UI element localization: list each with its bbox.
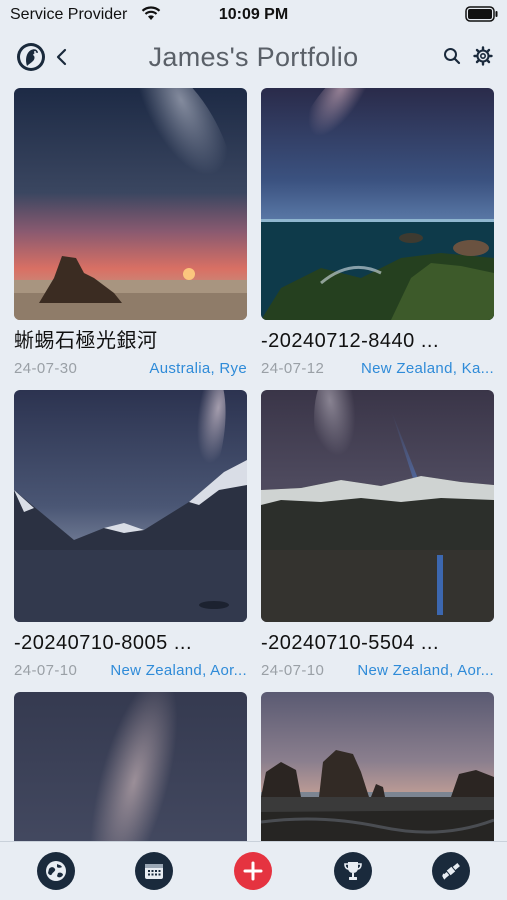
tab-explore[interactable] — [37, 852, 75, 890]
photo-title: -20240710-5504 ... — [261, 632, 440, 654]
photo-location[interactable]: New Zealand, Aor... — [110, 662, 247, 679]
page-title: James's Portfolio — [148, 42, 359, 72]
photo-card[interactable] — [14, 692, 247, 841]
tab-calendar[interactable] — [135, 852, 173, 890]
photo-location[interactable]: New Zealand, Ka... — [361, 360, 494, 377]
mountain-lake-photo — [14, 390, 247, 622]
photo-thumbnail[interactable] — [14, 88, 247, 320]
photo-location[interactable]: Australia, Rye — [149, 360, 247, 377]
milky-way-photo — [14, 692, 247, 841]
add-icon — [243, 861, 263, 881]
coastal-night-sky-photo — [261, 88, 494, 320]
tab-satellite[interactable] — [432, 852, 470, 890]
photo-card[interactable]: -20240710-8005 ... 24-07-10 New Zealand,… — [14, 390, 247, 682]
search-icon[interactable] — [443, 47, 461, 65]
photo-date: 24-07-12 — [261, 360, 325, 377]
tab-awards[interactable] — [334, 852, 372, 890]
tab-add[interactable] — [234, 852, 272, 890]
photo-thumbnail[interactable] — [14, 390, 247, 622]
photo-date: 24-07-30 — [14, 360, 78, 377]
calendar-icon — [145, 864, 163, 879]
tab-bar — [0, 841, 507, 900]
photo-title: -20240712-8440 ... — [261, 330, 440, 352]
photo-card[interactable] — [261, 692, 494, 841]
photo-thumbnail[interactable] — [261, 692, 494, 841]
status-bar: Service Provider 10:09 PM — [0, 0, 507, 30]
photo-date: 24-07-10 — [261, 662, 325, 679]
photo-thumbnail[interactable] — [14, 692, 247, 841]
status-time: 10:09 PM — [218, 6, 289, 23]
photo-thumbnail[interactable] — [261, 390, 494, 622]
photo-date: 24-07-10 — [14, 662, 78, 679]
photo-thumbnail[interactable] — [261, 88, 494, 320]
photo-card[interactable]: 蜥蜴石極光銀河 24-07-30 Australia, Rye — [14, 88, 247, 380]
photo-grid[interactable]: 蜥蜴石極光銀河 24-07-30 Australia, Rye -2024071… — [0, 86, 507, 841]
photo-title: 蜥蜴石極光銀河 — [14, 330, 158, 352]
trophy-icon — [344, 862, 362, 880]
settings-gear-icon[interactable] — [473, 46, 493, 66]
globe-icon — [46, 861, 66, 881]
photo-title: -20240710-8005 ... — [14, 632, 193, 654]
photo-card[interactable]: -20240712-8440 ... 24-07-12 New Zealand,… — [261, 88, 494, 380]
headlamp-mountain-photo — [261, 390, 494, 622]
satellite-icon — [442, 863, 460, 880]
battery-icon — [465, 6, 498, 22]
photo-location[interactable]: New Zealand, Aor... — [357, 662, 494, 679]
milky-way-aurora-photo — [14, 88, 247, 320]
sea-stacks-sunset-photo — [261, 692, 494, 841]
nav-bar: James's Portfolio — [0, 36, 507, 80]
photo-card[interactable]: -20240710-5504 ... 24-07-10 New Zealand,… — [261, 390, 494, 682]
